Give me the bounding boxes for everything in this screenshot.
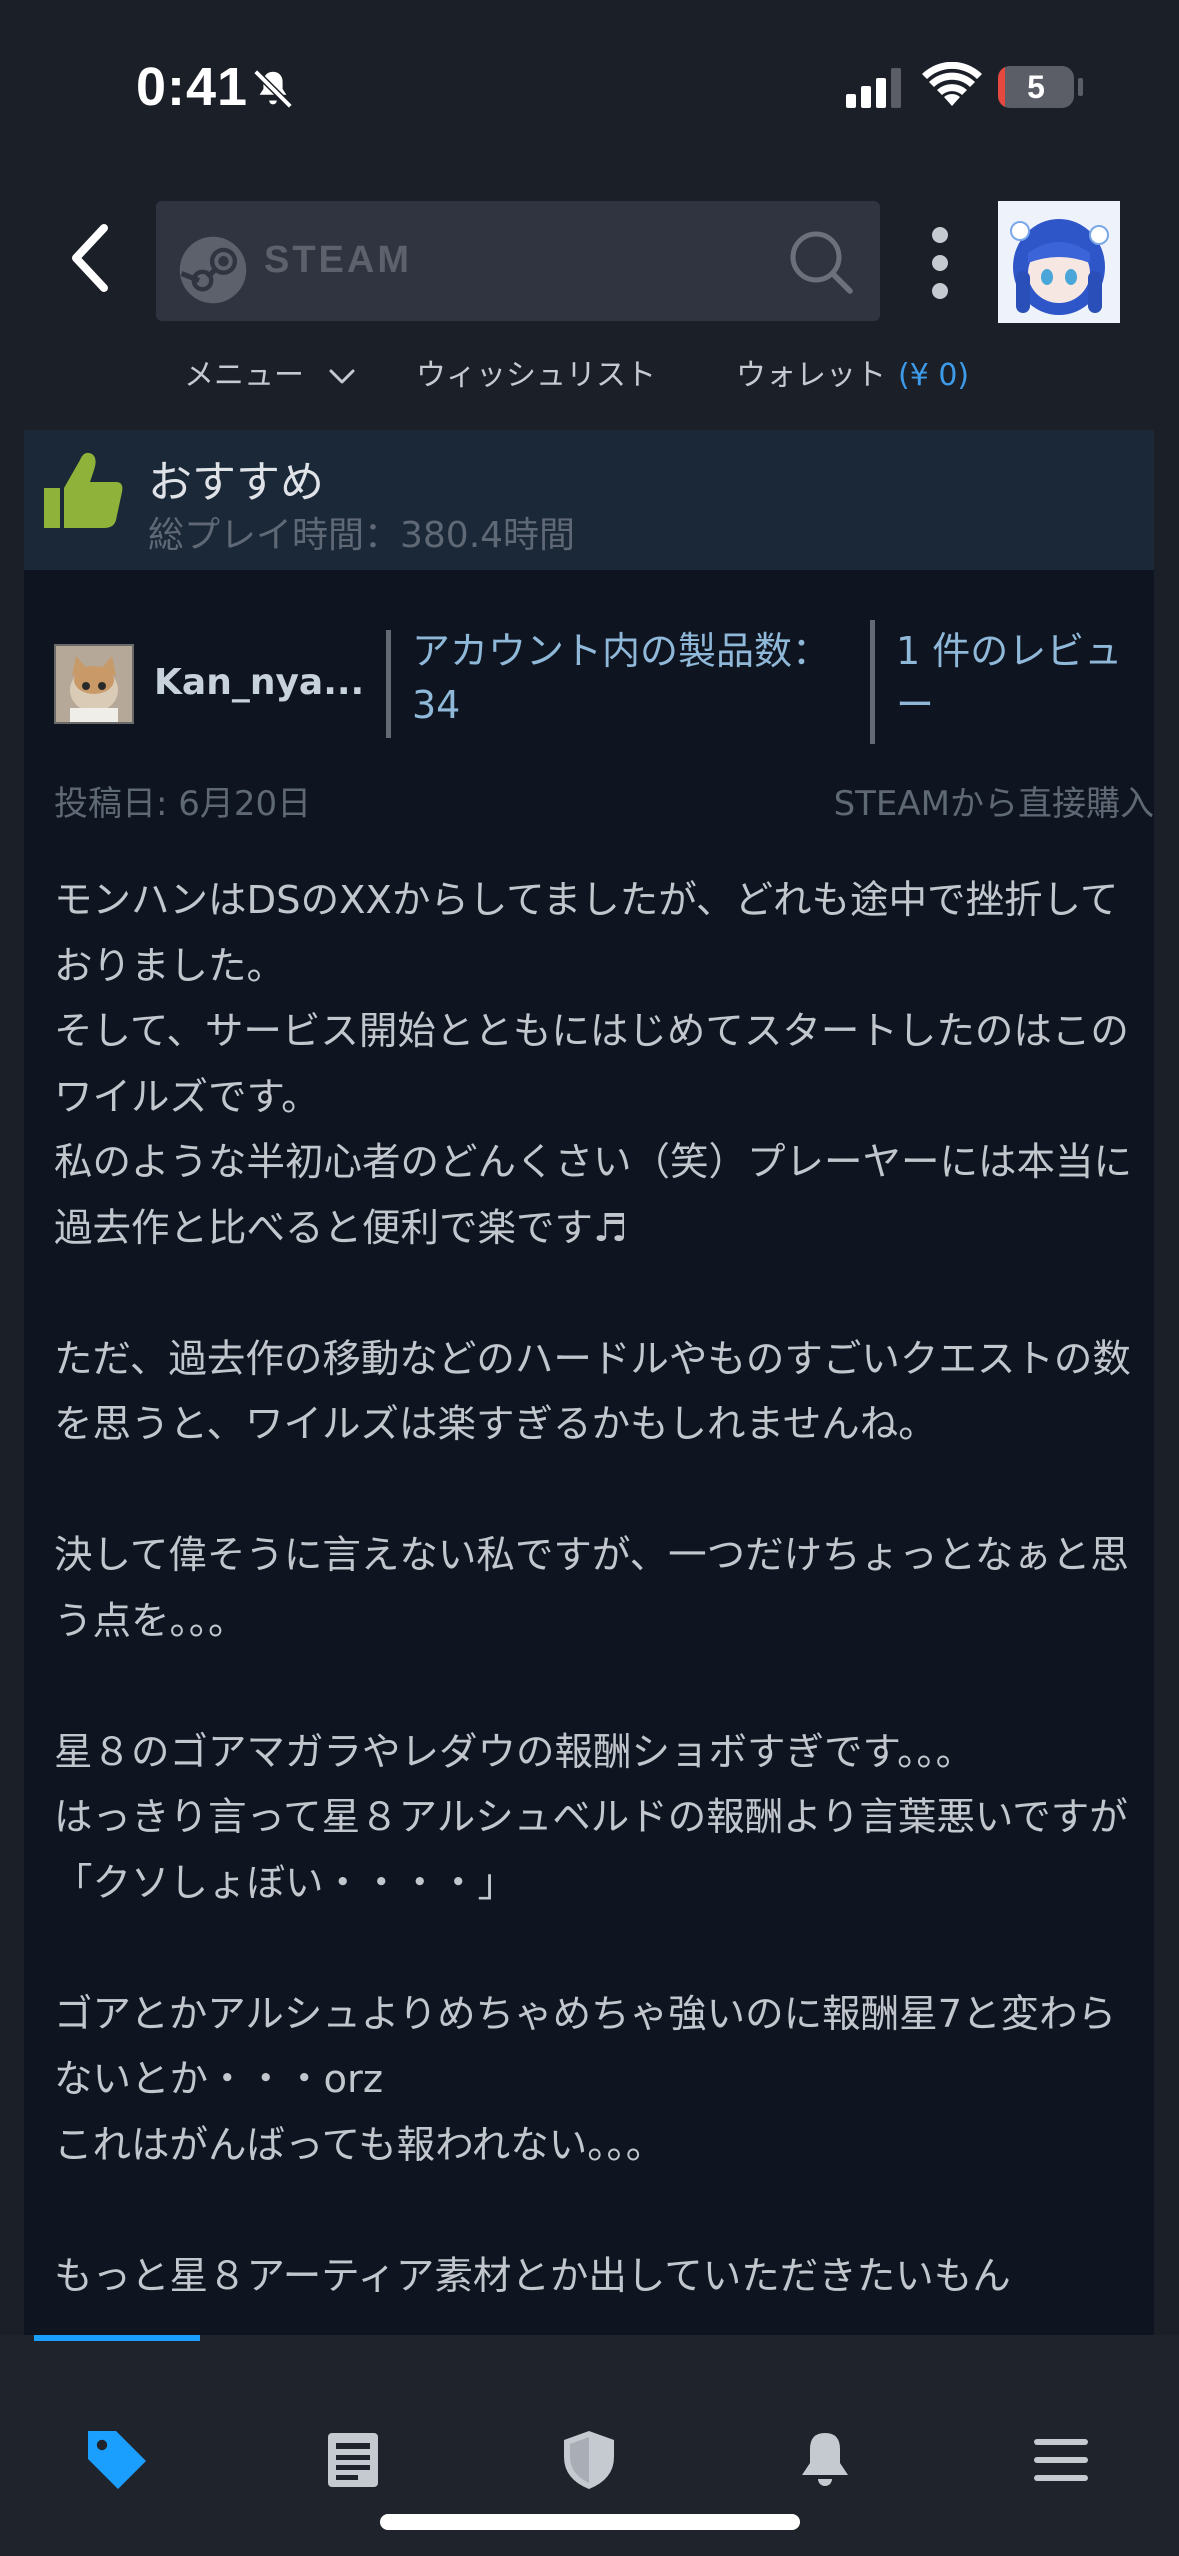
loading-progress-bar <box>34 2335 200 2341</box>
review-count[interactable]: 1 件のレビュー <box>896 624 1146 732</box>
author-avatar[interactable] <box>54 644 134 724</box>
author-info: Kan_nya... アカウント内の製品数：34 1 件のレビュー <box>24 600 1154 760</box>
review-paragraph: ただ、過去作の移動などのハードルやものすごいクエストの数を思うと、ワイルズは楽す… <box>54 1336 1131 1448</box>
app-header: STEAM メニュー ウィッシュリスト ウォレット (¥ 0) <box>0 175 1179 430</box>
divider <box>386 630 391 738</box>
back-button[interactable] <box>60 213 120 303</box>
total-playtime: 総プレイ時間：380.4時間 <box>148 515 576 556</box>
wallet-label: ウォレット <box>736 358 886 393</box>
review-paragraph: モンハンはDSのXXからしてましたが、どれも途中で挫折しておりました。 そして、… <box>54 878 1133 1251</box>
review-paragraph: ゴアとかアルシュよりめちゃめちゃ強いのに報酬星7と変わらないとか・・・orz こ… <box>54 1991 1117 2168</box>
review-paragraph: 星８のゴアマガラやレダウの報酬ショボすぎです。。。 はっきり言って星８アルシュベ… <box>54 1729 1128 1906</box>
review-paragraph: 決して偉そうに言えない私ですが、一つだけちょっとなぁと思う点を。。。 <box>54 1533 1129 1644</box>
wifi-icon <box>922 62 982 106</box>
battery-nub <box>1078 78 1083 96</box>
menu-label: メニュー <box>184 358 304 393</box>
review-paragraph: もっと星８アーティア素材とか出していただきたいもん <box>54 2253 1011 2299</box>
status-bar: 0:41 5 <box>0 0 1179 175</box>
status-time: 0:41 <box>136 57 249 117</box>
home-indicator[interactable] <box>380 2514 800 2530</box>
posted-date: 投稿日: 6月20日 <box>54 784 312 824</box>
hamburger-menu-icon[interactable] <box>1028 2427 1094 2493</box>
cat-avatar-illustration <box>56 646 132 722</box>
steam-wordmark: STEAM <box>264 239 412 281</box>
chevron-left-icon <box>72 224 108 292</box>
divider <box>870 620 875 744</box>
notification-bell-icon[interactable] <box>792 2427 858 2493</box>
wishlist-link[interactable]: ウィッシュリスト <box>416 350 656 394</box>
recommendation-verdict: おすすめ <box>148 457 324 508</box>
wallet-link[interactable]: ウォレット (¥ 0) <box>736 350 969 394</box>
sub-navigation: メニュー ウィッシュリスト ウォレット (¥ 0) <box>0 350 1179 410</box>
store-tag-icon[interactable] <box>84 2427 150 2493</box>
bell-slash-icon <box>253 69 293 109</box>
thumbs-up-icon <box>44 452 123 528</box>
cellular-signal-icon <box>846 68 901 108</box>
review-meta: 投稿日: 6月20日 STEAMから直接購入 <box>24 776 1154 826</box>
news-icon[interactable] <box>320 2427 386 2493</box>
review-text: モンハンはDSのXXからしてましたが、どれも途中で挫折しておりました。 そして、… <box>54 868 1154 2330</box>
chevron-down-icon <box>329 369 355 383</box>
author-name[interactable]: Kan_nya... <box>154 662 364 703</box>
battery-level: 5 <box>1027 68 1045 105</box>
user-avatar[interactable] <box>998 201 1120 323</box>
recommendation-bar: おすすめ 総プレイ時間：380.4時間 <box>24 430 1154 570</box>
products-owned[interactable]: アカウント内の製品数：34 <box>412 624 852 732</box>
avatar-illustration <box>998 201 1120 323</box>
search-icon[interactable] <box>788 229 854 295</box>
battery-icon: 5 <box>998 66 1074 108</box>
menu-dropdown[interactable]: メニュー <box>184 350 356 394</box>
steam-logo-icon <box>179 236 247 304</box>
wallet-amount: (¥ 0) <box>898 358 970 393</box>
purchase-source: STEAMから直接購入 <box>833 784 1154 824</box>
shield-icon[interactable] <box>556 2427 622 2493</box>
more-options-icon[interactable] <box>920 223 960 303</box>
steam-search-bar[interactable]: STEAM <box>156 201 880 321</box>
